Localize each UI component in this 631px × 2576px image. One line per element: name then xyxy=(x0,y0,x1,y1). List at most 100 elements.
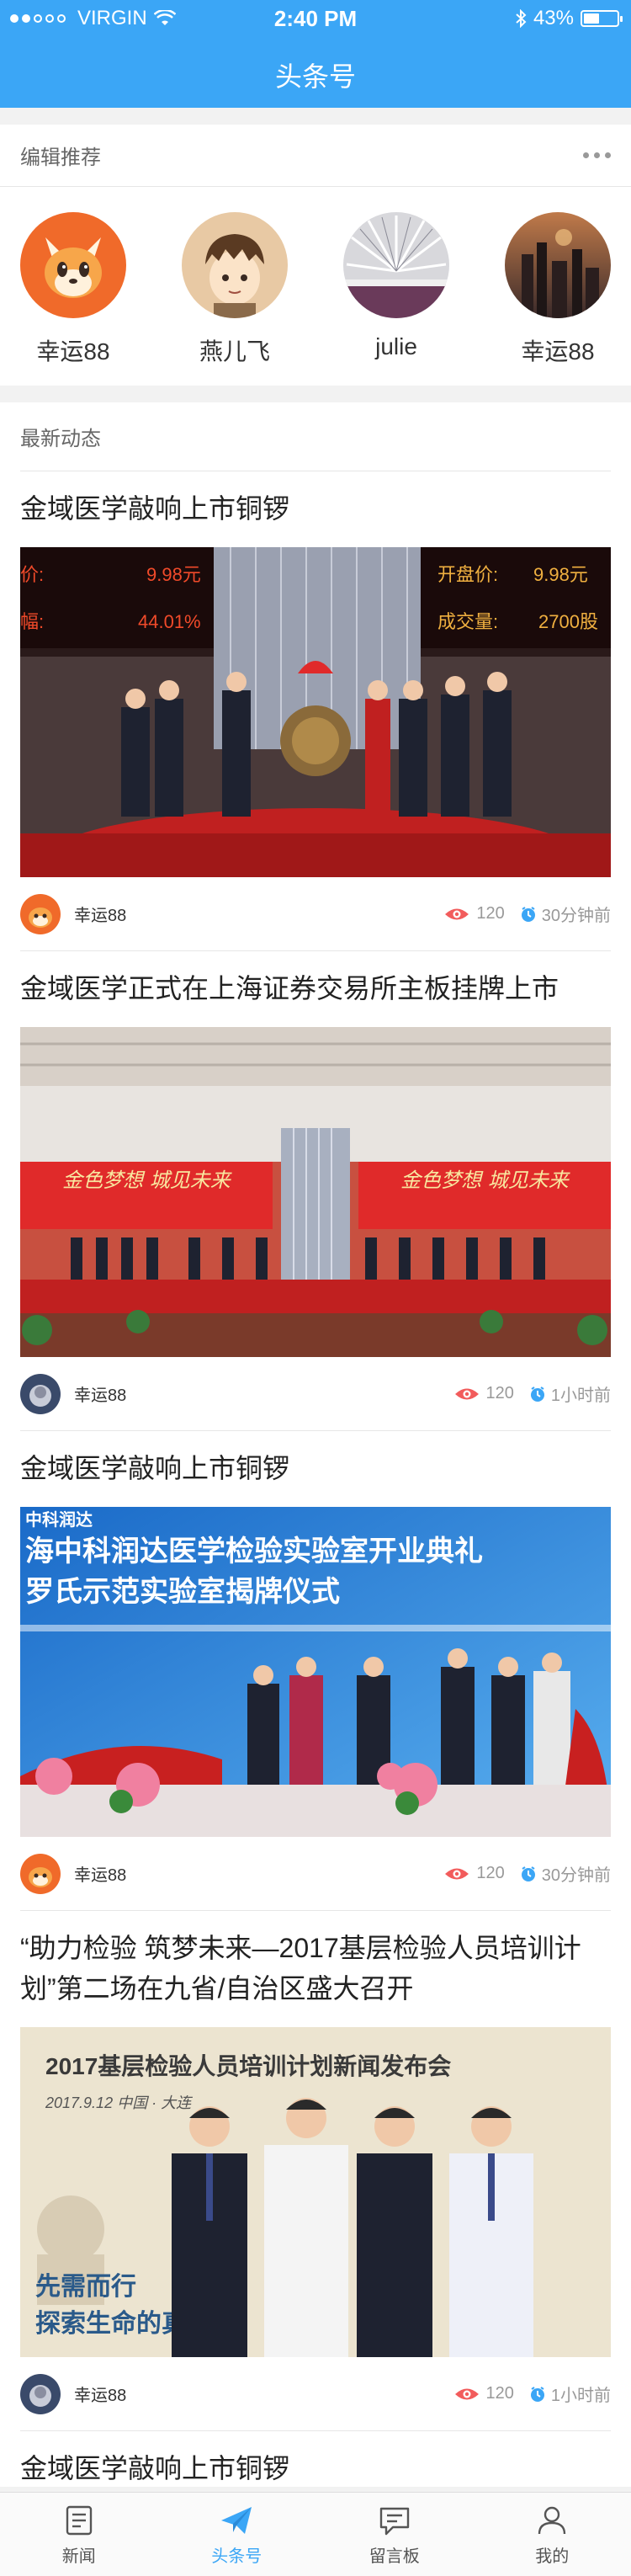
views-count: 120 xyxy=(454,1384,514,1403)
stock-value: 2700股 xyxy=(538,611,598,632)
tab-label: 头条号 xyxy=(211,2547,262,2566)
backdrop-text: 2017.9.12 中国 · 大连 xyxy=(45,2094,193,2111)
backdrop-text: 探索生命的真 xyxy=(35,2309,187,2338)
clock-icon xyxy=(530,1386,544,1402)
post-time: 1小时前 xyxy=(529,1381,611,1406)
editor-name: 幸运88 xyxy=(521,338,595,365)
article-title[interactable]: 金域医学敲响上市铜锣 xyxy=(20,1431,611,1507)
more-icon[interactable] xyxy=(583,152,611,158)
tab-toutiao[interactable]: 头条号 xyxy=(158,2493,316,2576)
stock-value: 9.98元 xyxy=(146,564,201,585)
editor-name: 幸运88 xyxy=(36,338,110,365)
eye-icon xyxy=(454,2388,479,2399)
eye-icon xyxy=(454,1388,479,1399)
backdrop-text: 先需而行 xyxy=(35,2273,136,2301)
time-value: 30分钟前 xyxy=(541,1866,611,1885)
tab-label: 我的 xyxy=(535,2547,570,2566)
article-card[interactable]: “助力检验 筑梦未来—2017基层检验人员培训计划”第二场在九省/自治区盛大召开… xyxy=(0,1911,631,2431)
tab-bar: 新闻 头条号 留言板 我的 xyxy=(0,2492,631,2576)
stock-value: 44.01% xyxy=(138,611,201,632)
user-icon xyxy=(538,2506,566,2535)
stock-label: 价: xyxy=(20,564,44,585)
author-name[interactable]: 幸运88 xyxy=(74,1381,454,1406)
views-count: 120 xyxy=(454,2384,514,2403)
backdrop-text: 罗氏示范实验室揭牌仪式 xyxy=(25,1575,340,1608)
stock-value: 9.98元 xyxy=(533,564,588,585)
views-value: 120 xyxy=(476,904,505,923)
editor-name: 燕儿飞 xyxy=(199,338,270,365)
article-title[interactable]: 金域医学正式在上海证券交易所主板挂牌上市 xyxy=(20,951,611,1027)
battery-percent: 43% xyxy=(533,7,574,29)
news-icon xyxy=(66,2505,92,2536)
bluetooth-icon xyxy=(516,9,527,28)
post-time: 30分钟前 xyxy=(520,1861,611,1886)
clock-icon xyxy=(521,1865,535,1881)
views-value: 120 xyxy=(476,1864,505,1882)
editor-item[interactable]: 幸运88 xyxy=(505,212,611,367)
article-image[interactable]: 金色梦想 城见未来 金色梦想 城见未来 xyxy=(20,1027,611,1357)
article-title[interactable]: “助力检验 筑梦未来—2017基层检验人员培训计划”第二场在九省/自治区盛大召开 xyxy=(20,1911,611,2027)
backdrop-text: 海中科润达医学检验实验室开业典礼 xyxy=(25,1535,483,1567)
editor-name: julie xyxy=(375,333,417,359)
article-title[interactable]: 金域医学敲响上市铜锣 xyxy=(20,471,611,547)
article-image[interactable]: 2017基层检验人员培训计划新闻发布会 2017.9.12 中国 · 大连 先需… xyxy=(20,2027,611,2357)
banner-text: 金色梦想 城见未来 xyxy=(400,1168,570,1192)
boy-avatar[interactable] xyxy=(20,1373,61,1414)
tab-label: 新闻 xyxy=(61,2547,96,2566)
clock-icon xyxy=(521,906,535,922)
battery-icon xyxy=(581,10,623,27)
editors-title: 编辑推荐 xyxy=(20,146,101,169)
feed-title: 最新动态 xyxy=(20,428,101,450)
paper-plane-icon xyxy=(221,2507,252,2534)
stock-label: 开盘价: xyxy=(437,564,498,585)
top-bar: VIRGIN 2:40 PM 43% 头条号 xyxy=(0,0,631,108)
backdrop-text: 2017基层检验人员培训计划新闻发布会 xyxy=(45,2052,451,2079)
city-avatar xyxy=(505,212,611,318)
author-name[interactable]: 幸运88 xyxy=(74,902,444,926)
views-value: 120 xyxy=(485,1384,514,1402)
time-value: 1小时前 xyxy=(550,2387,611,2405)
book-avatar xyxy=(343,212,449,318)
post-time: 30分钟前 xyxy=(520,902,611,926)
article-card[interactable]: 金域医学敲响上市铜锣 价: 9.98元 幅: 44.01% 开盘价: 9.98元 xyxy=(0,471,631,951)
author-name[interactable]: 幸运88 xyxy=(74,1861,444,1886)
fox-avatar[interactable] xyxy=(20,893,61,934)
logo-text: 中科润达 xyxy=(25,1509,93,1530)
editors-section: 编辑推荐 幸运88 燕儿飞 julie 幸运88 xyxy=(0,125,631,386)
article-card[interactable]: 金域医学敲响上市铜锣 中科润达 海中科润达医学检验实验室开业典礼 罗氏示范实验室… xyxy=(0,1431,631,1911)
stock-label: 成交量: xyxy=(437,611,498,632)
article-card[interactable]: 金域医学正式在上海证券交易所主板挂牌上市 金色梦想 城见未来 金色梦想 城见未来 xyxy=(0,951,631,1431)
post-time: 1小时前 xyxy=(529,2382,611,2406)
tab-label: 留言板 xyxy=(369,2547,420,2566)
latest-feed: 最新动态 金域医学敲响上市铜锣 价: 9.98元 幅: 44.01% 开盘价: … xyxy=(0,402,631,2487)
boy-avatar xyxy=(182,212,288,318)
eye-icon xyxy=(445,908,469,919)
time-value: 30分钟前 xyxy=(541,907,611,925)
article-meta: 幸运88 120 30分钟前 xyxy=(20,877,611,951)
tab-news[interactable]: 新闻 xyxy=(0,2493,158,2576)
stock-label: 幅: xyxy=(20,611,44,632)
article-meta: 幸运88 120 30分钟前 xyxy=(20,1837,611,1911)
article-image[interactable]: 中科润达 海中科润达医学检验实验室开业典礼 罗氏示范实验室揭牌仪式 xyxy=(20,1507,611,1837)
views-count: 120 xyxy=(444,1864,505,1883)
tab-me[interactable]: 我的 xyxy=(474,2493,631,2576)
article-meta: 幸运88 120 1小时前 xyxy=(20,1357,611,1431)
time-value: 1小时前 xyxy=(550,1386,611,1405)
fox-avatar xyxy=(20,212,126,318)
message-board-icon xyxy=(379,2507,409,2536)
editor-item[interactable]: 幸运88 xyxy=(20,212,126,367)
author-name[interactable]: 幸运88 xyxy=(74,2382,454,2406)
editor-item[interactable]: julie xyxy=(343,212,449,367)
banner-text: 金色梦想 城见未来 xyxy=(62,1168,232,1192)
editor-item[interactable]: 燕儿飞 xyxy=(182,212,288,367)
page-title: 头条号 xyxy=(274,61,356,92)
fox-avatar[interactable] xyxy=(20,1853,61,1894)
eye-icon xyxy=(445,1868,469,1879)
boy-avatar[interactable] xyxy=(20,2373,61,2414)
tab-message-board[interactable]: 留言板 xyxy=(316,2493,474,2576)
views-count: 120 xyxy=(444,904,505,923)
status-bar: VIRGIN 2:40 PM 43% xyxy=(0,0,631,37)
views-value: 120 xyxy=(485,2384,514,2403)
article-image[interactable]: 价: 9.98元 幅: 44.01% 开盘价: 9.98元 成交量: 2700股 xyxy=(20,547,611,877)
clock-icon xyxy=(530,2386,544,2402)
